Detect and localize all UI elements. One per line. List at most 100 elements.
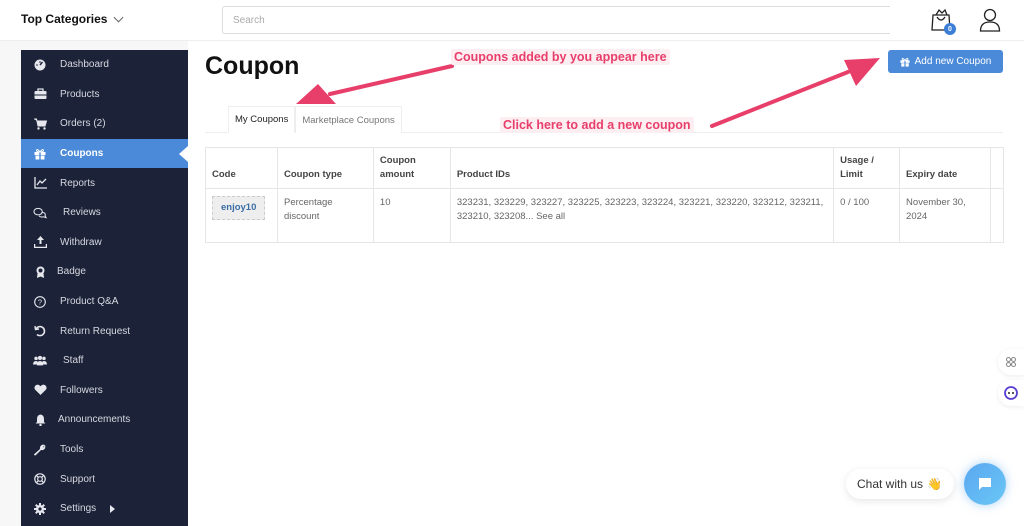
sidebar-item-badge[interactable]: Badge [21,257,188,287]
wave-emoji-icon: 👋 [927,477,942,491]
sidebar-item-announcements[interactable]: Announcements [21,405,188,435]
sidebar-item-label: Settings [60,503,97,515]
sidebar-item-label: Products [60,88,100,100]
sidebar-item-orders[interactable]: Orders (2) [21,109,188,139]
assistant-widget-button[interactable] [998,380,1024,406]
gift-icon [900,57,910,67]
svg-text:?: ? [38,297,42,306]
sidebar-item-label: Support [60,473,96,485]
sidebar-item-tools[interactable]: Tools [21,435,188,465]
sidebar-item-label: Announcements [58,414,131,426]
user-icon [979,8,1001,32]
sidebar-item-reviews[interactable]: Reviews [21,198,188,228]
table-row: enjoy10 Percentage discount 10 323231, 3… [205,188,1005,243]
question-circle-icon: ? [33,295,47,309]
sidebar-item-label: Orders (2) [60,118,106,130]
sidebar-item-dashboard[interactable]: Dashboard [21,50,188,80]
table-header-row: Code Coupon type Coupon amount Product I… [205,147,1005,189]
sidebar-item-label: Product Q&A [60,296,119,308]
cell-code: enjoy10 [205,188,278,243]
sidebar-item-label: Reports [60,177,96,189]
sidebar-item-label: Withdraw [60,236,102,248]
chevron-down-icon [114,12,124,22]
command-icon [1005,356,1017,368]
user-account-button[interactable] [979,8,1001,32]
top-categories-dropdown[interactable]: Top Categories [21,12,124,26]
cell-expiry-date: November 30, 2024 [899,188,991,243]
cell-coupon-amount: 10 [372,188,451,243]
undo-icon [33,324,47,338]
top-bar: Top Categories 0 [0,0,1024,41]
cell-usage-limit: 0 / 100 [833,188,901,243]
column-header-code: Code [205,147,278,189]
sidebar-item-label: Coupons [60,148,104,160]
briefcase-icon [33,87,47,101]
chat-label-text: Chat with us [857,477,924,491]
coupon-tabs: My Coupons Marketplace Coupons [228,106,402,133]
sidebar-item-settings[interactable]: Settings [21,494,188,524]
cell-actions [989,188,1005,243]
page-title: Coupon [205,52,300,80]
heart-icon [33,383,47,397]
sidebar-item-reports[interactable]: Reports [21,168,188,198]
dashboard-icon [33,58,47,72]
bot-face-icon [1004,386,1018,400]
see-all-link[interactable]: See all [536,211,565,222]
tab-my-coupons[interactable]: My Coupons [228,106,296,133]
sidebar-item-label: Tools [60,444,84,456]
sidebar-item-return-request[interactable]: Return Request [21,316,188,346]
search-input[interactable] [222,6,890,34]
comments-icon [33,206,47,220]
gear-icon [33,502,47,516]
annotation-coupons-here: Coupons added by you appear here [451,49,670,65]
cart-button[interactable]: 0 [930,8,956,35]
sidebar-item-label: Reviews [63,207,101,219]
sidebar-item-products[interactable]: Products [21,80,188,110]
product-ids-text: 323231, 323229, 323227, 323225, 323223, … [456,197,824,222]
sidebar-item-label: Dashboard [60,59,109,71]
users-icon [33,354,47,368]
column-header-coupon-type: Coupon type [276,147,374,189]
add-new-coupon-button[interactable]: Add new Coupon [888,50,1003,73]
sidebar-item-coupons[interactable]: Coupons [21,138,188,169]
sidebar-nav: Dashboard Products Orders (2) Coupons Re… [21,50,188,526]
chat-with-us-label[interactable]: Chat with us 👋 [846,469,954,499]
award-icon [33,265,47,279]
column-header-actions [989,147,1005,189]
cell-product-ids: 323231, 323229, 323227, 323225, 323223, … [449,188,835,243]
wrench-icon [33,443,47,457]
add-new-coupon-label: Add new Coupon [914,56,992,67]
cart-count-badge: 0 [944,23,956,35]
chat-launcher-button[interactable] [964,463,1006,505]
chart-line-icon [33,176,47,190]
main-content: Coupon Add new Coupon My Coupons Marketp… [188,41,1024,526]
annotation-click-here: Click here to add a new coupon [500,117,694,133]
sidebar-item-label: Badge [57,266,86,278]
cell-coupon-type: Percentage discount [276,188,374,243]
sidebar-item-withdraw[interactable]: Withdraw [21,228,188,258]
tab-label: My Coupons [235,114,289,125]
sidebar-item-label: Staff [63,355,84,367]
column-header-product-ids: Product IDs [449,147,835,189]
tab-marketplace-coupons[interactable]: Marketplace Coupons [295,106,402,133]
gift-icon [33,147,47,161]
chat-bubble-icon [979,478,991,490]
sidebar-item-label: Return Request [60,325,131,337]
top-categories-label: Top Categories [21,12,108,26]
apps-widget-button[interactable] [998,349,1024,375]
sidebar-item-followers[interactable]: Followers [21,376,188,406]
sidebar-item-label: Followers [60,384,103,396]
sidebar-item-support[interactable]: Support [21,464,188,494]
cart-icon [33,117,47,131]
life-ring-icon [33,472,47,486]
sidebar-item-staff[interactable]: Staff [21,346,188,376]
bell-icon [33,413,47,427]
coupon-code-chip[interactable]: enjoy10 [212,196,266,220]
sidebar-item-product-qa[interactable]: ? Product Q&A [21,287,188,317]
tab-label: Marketplace Coupons [302,114,395,126]
column-header-usage-limit: Usage / Limit [833,147,901,189]
column-header-coupon-amount: Coupon amount [372,147,451,189]
caret-right-icon [110,504,116,513]
column-header-expiry-date: Expiry date [899,147,991,189]
coupons-table: Code Coupon type Coupon amount Product I… [205,147,1005,243]
